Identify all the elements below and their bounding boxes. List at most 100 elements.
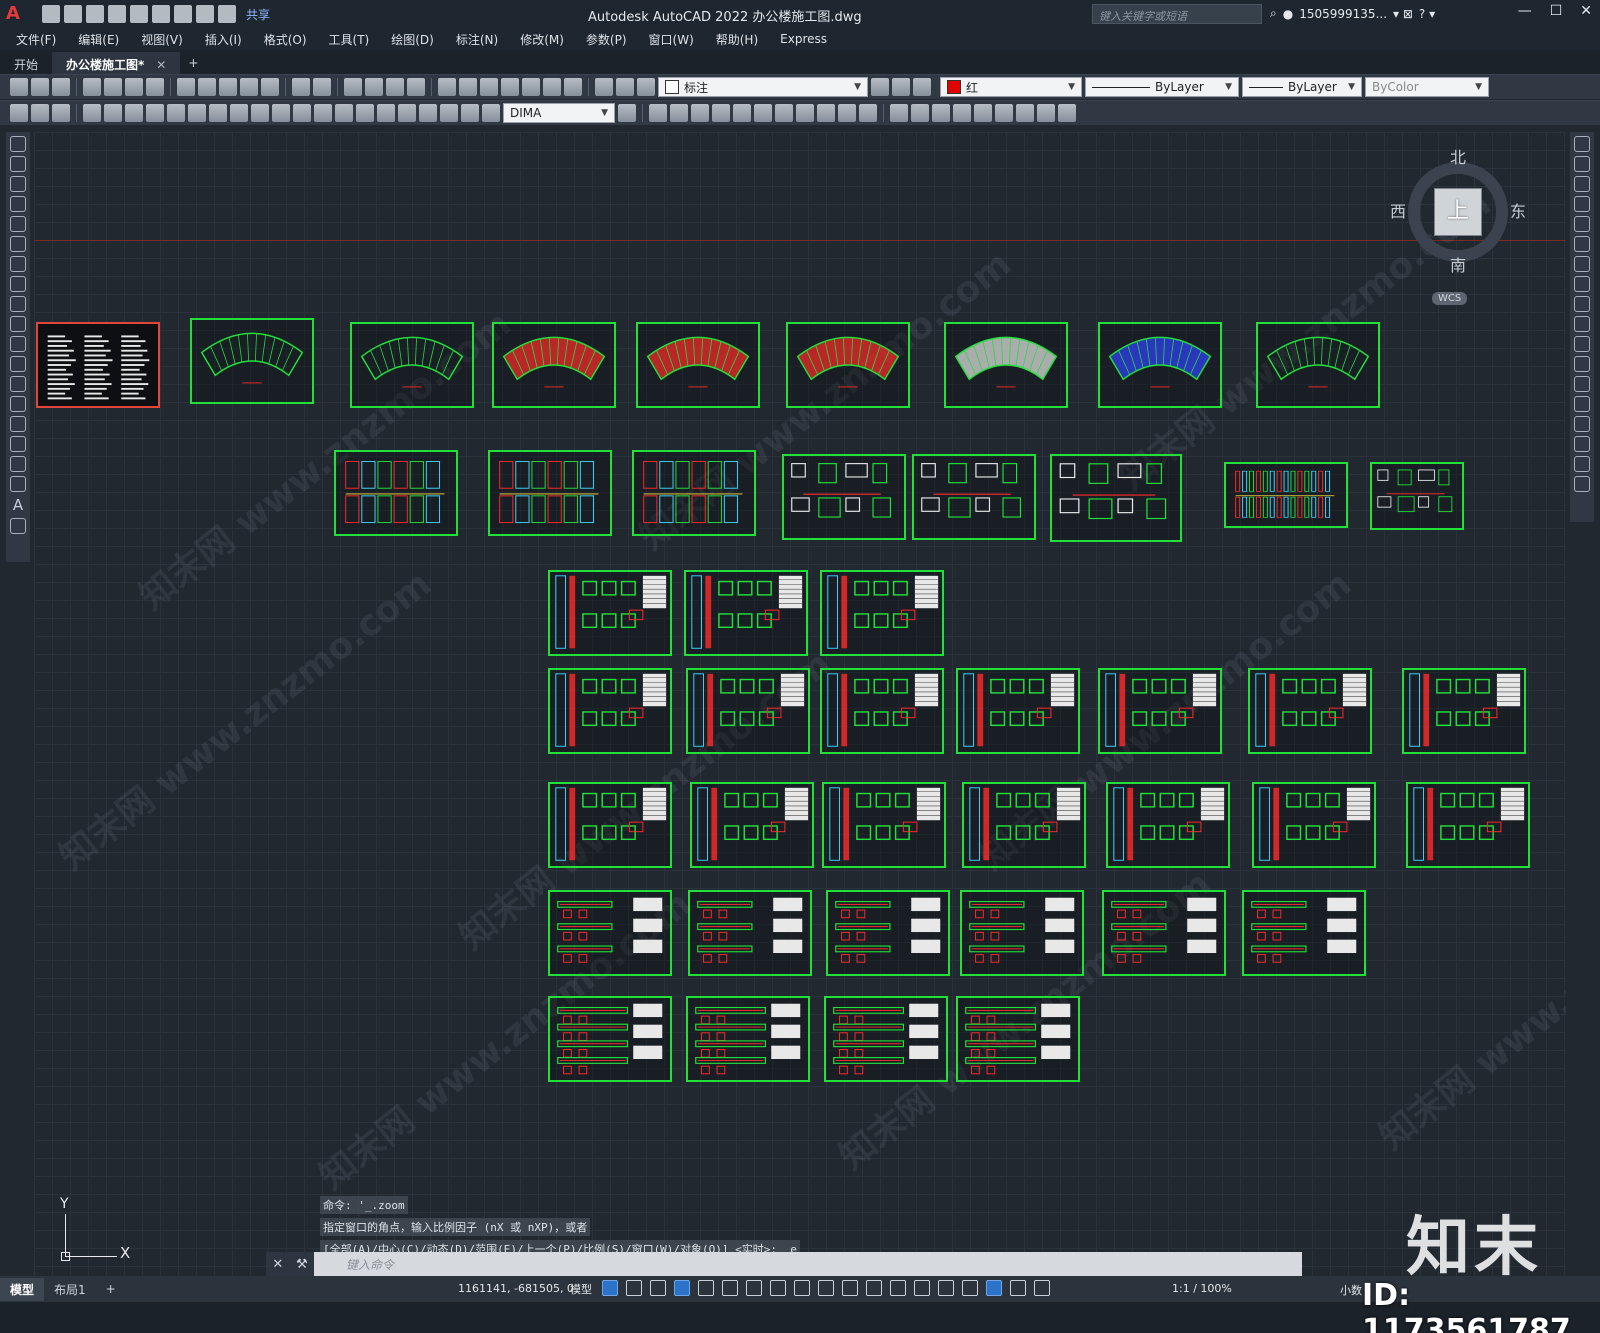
drawing-sheet[interactable] — [1370, 462, 1464, 530]
drawing-sheet[interactable] — [488, 450, 612, 536]
dynamic-input-icon[interactable] — [674, 1280, 690, 1296]
redo-icon[interactable] — [218, 5, 236, 23]
point-icon[interactable] — [10, 396, 26, 412]
menu-parametric[interactable]: 参数(P) — [586, 31, 627, 48]
diameter-icon[interactable] — [209, 104, 227, 122]
zoom-window-icon[interactable] — [386, 78, 404, 96]
inspection-icon[interactable] — [398, 104, 416, 122]
draw-order-icon[interactable] — [1037, 104, 1055, 122]
region-icon[interactable] — [10, 456, 26, 472]
drawing-sheet[interactable] — [548, 668, 672, 754]
drawing-sheet[interactable] — [686, 668, 810, 754]
join-icon[interactable] — [1574, 396, 1590, 412]
drawing-sheet[interactable] — [962, 782, 1086, 868]
command-input[interactable]: 键入命令 — [314, 1256, 394, 1273]
viewcube-top-face[interactable]: 上 — [1434, 188, 1482, 236]
blend-curves-icon[interactable] — [1574, 456, 1590, 472]
paste-icon[interactable] — [219, 78, 237, 96]
units-readout[interactable]: 小数 — [1340, 1282, 1362, 1298]
polar-icon[interactable] — [722, 1280, 738, 1296]
lineweight-dropdown[interactable]: ByLayer ▼ — [1242, 77, 1362, 97]
design-center-icon[interactable] — [459, 78, 477, 96]
compass-south[interactable]: 南 — [1450, 252, 1466, 276]
tab-layout1[interactable]: 布局1 — [44, 1278, 96, 1301]
insert-block-icon[interactable] — [10, 356, 26, 372]
spline-icon[interactable] — [10, 296, 26, 312]
quick-dimension-icon[interactable] — [251, 104, 269, 122]
tab-document[interactable]: 办公楼施工图* ✕ — [52, 52, 181, 74]
drawing-sheet[interactable] — [334, 450, 458, 536]
object-snap-icon[interactable] — [794, 1280, 810, 1296]
layer-freeze-icon[interactable] — [616, 78, 634, 96]
rectangle-icon[interactable] — [10, 216, 26, 232]
dynamic-ucs-icon[interactable] — [914, 1280, 930, 1296]
erase-icon[interactable] — [1574, 136, 1590, 152]
match-properties-icon[interactable] — [240, 78, 258, 96]
drawing-sheet[interactable] — [1102, 890, 1226, 976]
gradient-icon[interactable] — [10, 436, 26, 452]
save-as-icon[interactable] — [108, 5, 126, 23]
3d-print-icon[interactable] — [146, 78, 164, 96]
continue-icon[interactable] — [293, 104, 311, 122]
drawing-sheet[interactable] — [632, 450, 756, 536]
drawing-sheet[interactable] — [1106, 782, 1230, 868]
drawing-sheet[interactable] — [492, 322, 616, 408]
close-icon[interactable]: ✕ — [1580, 3, 1592, 19]
annotation-visibility-icon[interactable] — [986, 1280, 1002, 1296]
drawing-sheet[interactable] — [684, 570, 808, 656]
drawing-sheet[interactable] — [782, 454, 906, 540]
menu-edit[interactable]: 编辑(E) — [78, 31, 119, 48]
save-icon[interactable] — [86, 5, 104, 23]
grid-icon[interactable] — [602, 1280, 618, 1296]
array-icon[interactable] — [1574, 216, 1590, 232]
drawing-canvas[interactable]: 知末网 www.znzmo.com 知末网 www.znzmo.com 知末网 … — [34, 132, 1566, 1306]
drawing-sheet[interactable] — [956, 996, 1080, 1082]
jogged-icon[interactable] — [188, 104, 206, 122]
hatch-icon[interactable] — [10, 416, 26, 432]
make-block-icon[interactable] — [10, 376, 26, 392]
search-icon[interactable]: ⌕ — [1270, 6, 1277, 21]
drawing-sheet[interactable] — [1406, 782, 1530, 868]
drawing-sheet[interactable] — [1098, 322, 1222, 408]
layer-on-icon[interactable] — [595, 78, 613, 96]
drawing-sheet[interactable] — [688, 890, 812, 976]
sheet-set-icon[interactable] — [501, 78, 519, 96]
plot-icon[interactable] — [83, 78, 101, 96]
drawing-sheet[interactable] — [636, 322, 760, 408]
save-web-icon[interactable] — [152, 5, 170, 23]
drawing-sheet[interactable] — [548, 996, 672, 1082]
maximize-icon[interactable]: ☐ — [1550, 3, 1563, 19]
selection-filter-icon[interactable] — [938, 1280, 954, 1296]
drawing-sheet[interactable] — [1252, 782, 1376, 868]
menu-window[interactable]: 窗口(W) — [649, 31, 694, 48]
gizmo-icon[interactable] — [962, 1280, 978, 1296]
menu-express[interactable]: Express — [780, 32, 827, 46]
drawing-sheet[interactable] — [1098, 668, 1222, 754]
publish-icon[interactable] — [125, 78, 143, 96]
drawing-sheet[interactable] — [548, 782, 672, 868]
baseline-icon[interactable] — [272, 104, 290, 122]
compass-east[interactable]: 东 — [1510, 198, 1526, 222]
plot-preview-icon[interactable] — [104, 78, 122, 96]
cart-icon[interactable]: ▾ ⊠ — [1393, 7, 1413, 21]
draw-order-icon[interactable] — [890, 104, 908, 122]
markup-icon[interactable] — [522, 78, 540, 96]
close-icon[interactable]: ✕ — [272, 1257, 283, 1272]
close-tab-icon[interactable]: ✕ — [156, 58, 166, 72]
copy-object-icon[interactable] — [1574, 156, 1590, 172]
modify-icon[interactable] — [712, 104, 730, 122]
add-selected-icon[interactable] — [10, 518, 26, 534]
menu-tools[interactable]: 工具(T) — [329, 31, 370, 48]
drawing-sheet[interactable] — [350, 322, 474, 408]
draw-order-icon[interactable] — [974, 104, 992, 122]
ordinate-icon[interactable] — [146, 104, 164, 122]
aligned-dimension-icon[interactable] — [104, 104, 122, 122]
jogged-linear-icon[interactable] — [419, 104, 437, 122]
minimize-icon[interactable]: — — [1518, 3, 1532, 19]
drawing-sheet[interactable] — [1402, 668, 1526, 754]
stretch-icon[interactable] — [1574, 296, 1590, 312]
modify-icon[interactable] — [859, 104, 877, 122]
object-snap-tracking-icon[interactable] — [770, 1280, 786, 1296]
model-space-button[interactable]: 模型 — [570, 1281, 592, 1297]
fillet-icon[interactable] — [1574, 436, 1590, 452]
